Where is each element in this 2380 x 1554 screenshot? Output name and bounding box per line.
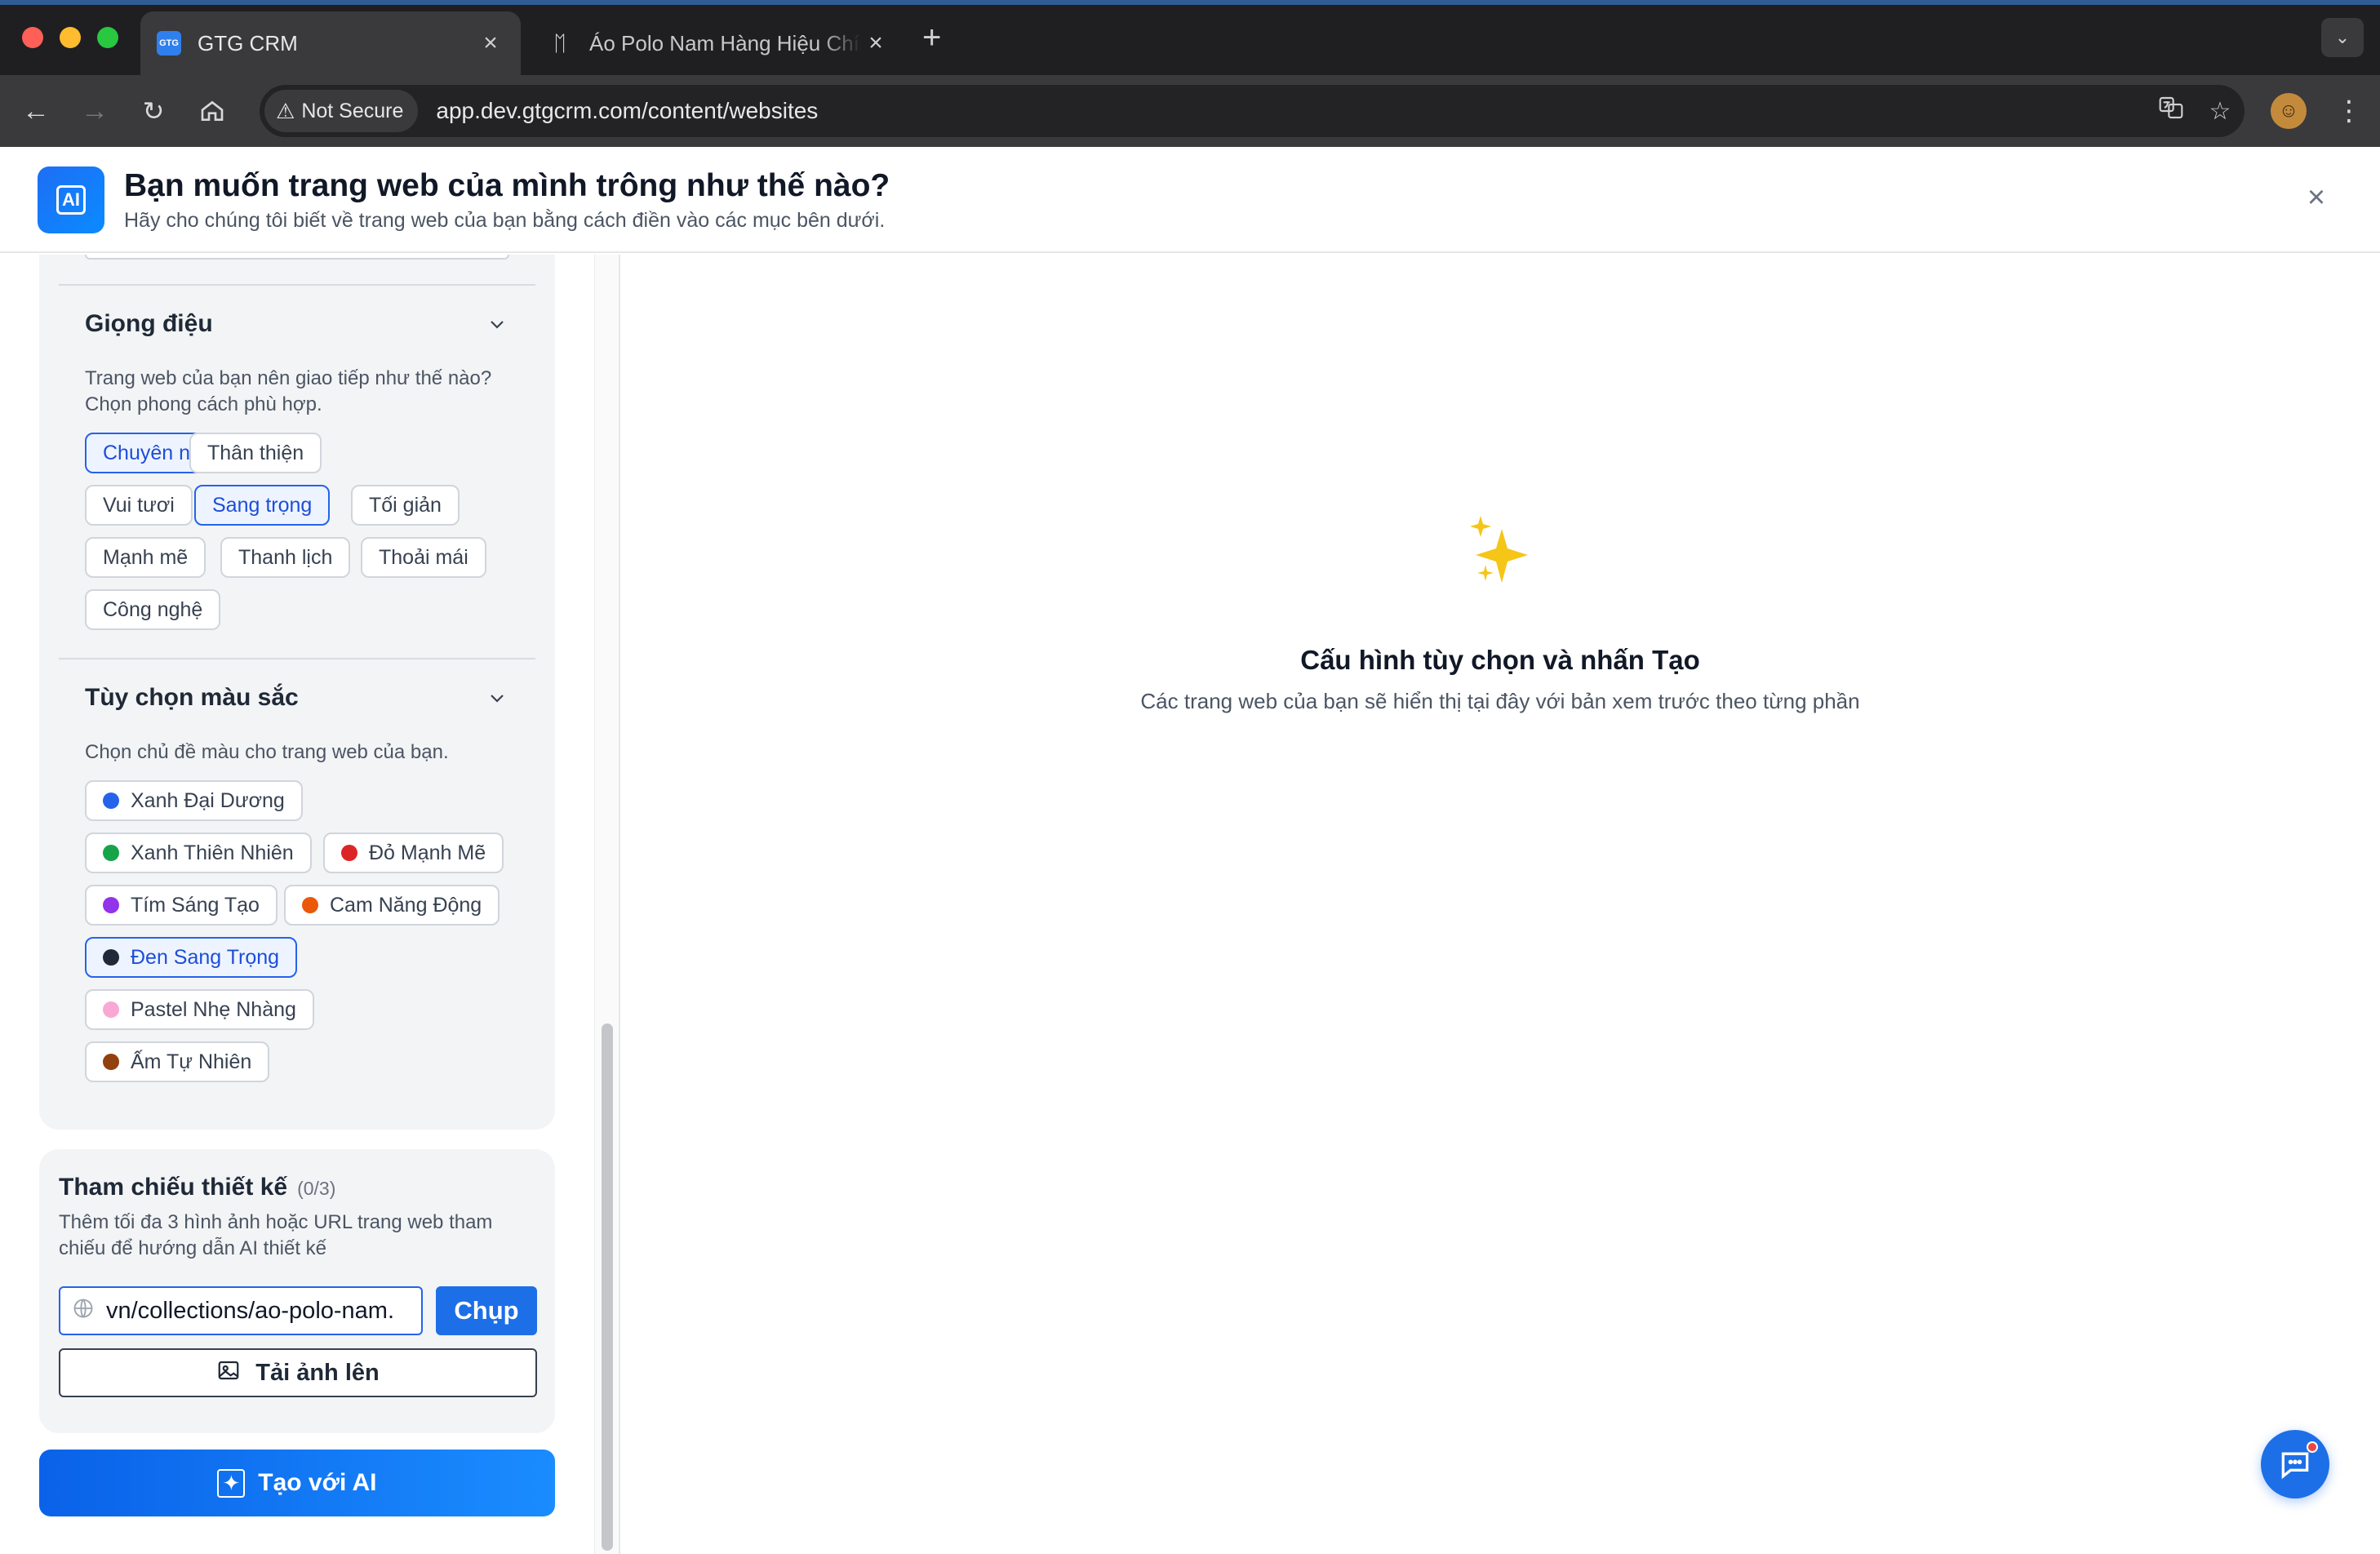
preview-area: Cấu hình tùy chọn và nhấn Tạo Các trang … xyxy=(620,255,2380,1554)
translate-icon[interactable] xyxy=(2147,95,2196,127)
tone-chip[interactable]: Thoải mái xyxy=(361,537,486,578)
brand-logo-icon: ᛖ xyxy=(553,30,566,56)
chevron-down-icon[interactable] xyxy=(485,312,509,336)
browser-tab-bar: GTG GTG CRM × ᛖ Áo Polo Nam Hàng Hiệu Ch… xyxy=(0,0,2380,75)
color-dot-icon xyxy=(103,949,119,966)
page-header: AI Bạn muốn trang web của mình trông như… xyxy=(0,147,2380,253)
tone-chip[interactable]: Công nghệ xyxy=(85,589,221,630)
security-indicator[interactable]: ⚠ Not Secure xyxy=(264,90,419,132)
window-minimize-button[interactable] xyxy=(60,27,81,48)
tone-chip[interactable]: Thân thiện xyxy=(189,433,322,473)
color-description: Chọn chủ đề màu cho trang web của bạn. xyxy=(85,741,449,763)
tone-description: Trang web của bạn nên giao tiếp như thế … xyxy=(85,367,492,415)
url-text[interactable]: app.dev.gtgcrm.com/content/websites xyxy=(436,98,2147,124)
tab-title: Áo Polo Nam Hàng Hiệu Chính xyxy=(589,30,862,56)
color-chip[interactable]: Tím Sáng Tạo xyxy=(85,885,278,926)
page-subtitle: Hãy cho chúng tôi biết về trang web của … xyxy=(124,209,886,232)
empty-state-subtitle: Các trang web của bạn sẽ hiển thị tại đâ… xyxy=(1140,689,1860,713)
color-dot-icon xyxy=(103,1054,119,1070)
divider xyxy=(59,284,535,286)
style-options-card: Giọng điệu Trang web của bạn nên giao ti… xyxy=(39,255,555,1130)
reference-title: Tham chiếu thiết kế (0/3) xyxy=(59,1174,336,1201)
upload-image-button[interactable]: Tải ảnh lên xyxy=(59,1348,537,1397)
color-dot-icon xyxy=(103,897,119,913)
chevron-down-icon[interactable] xyxy=(485,686,509,710)
chat-support-button[interactable] xyxy=(2261,1430,2329,1498)
window-close-button[interactable] xyxy=(22,27,43,48)
ai-icon: ✦ xyxy=(217,1468,246,1498)
scrollbar-thumb[interactable] xyxy=(602,1023,613,1551)
color-dot-icon xyxy=(302,897,318,913)
left-panel-scrollbar[interactable] xyxy=(594,255,619,1554)
tone-chip[interactable]: Vui tươi xyxy=(85,485,193,526)
reference-count: (0/3) xyxy=(297,1178,336,1199)
tab-title: GTG CRM xyxy=(198,30,298,56)
browser-toolbar: ← → ↻ ⚠ Not Secure app.dev.gtgcrm.com/co… xyxy=(0,75,2380,147)
tone-chip[interactable]: Tối giản xyxy=(351,485,460,526)
tone-chip[interactable]: Mạnh mẽ xyxy=(85,537,206,578)
color-chip[interactable]: Xanh Đại Dương xyxy=(85,780,303,821)
home-icon[interactable] xyxy=(193,91,232,131)
tab-gtg-crm[interactable]: GTG GTG CRM × xyxy=(140,11,521,75)
close-tab-icon[interactable]: × xyxy=(862,29,890,57)
tab-ao-polo[interactable]: ᛖ Áo Polo Nam Hàng Hiệu Chính × xyxy=(531,11,906,75)
window-zoom-button[interactable] xyxy=(97,27,118,48)
tab-search-chevron-icon[interactable]: ⌄ xyxy=(2321,18,2364,57)
divider xyxy=(59,658,535,659)
previous-section-input xyxy=(85,255,509,260)
color-dot-icon xyxy=(103,845,119,861)
color-chip[interactable]: Cam Năng Động xyxy=(284,885,500,926)
more-menu-icon[interactable]: ⋮ xyxy=(2333,91,2365,131)
gtg-favicon-icon: GTG xyxy=(157,31,181,56)
close-tab-icon[interactable]: × xyxy=(477,29,504,57)
page-title: Bạn muốn trang web của mình trông như th… xyxy=(124,168,890,203)
notification-dot xyxy=(2307,1441,2318,1453)
color-dot-icon xyxy=(341,845,357,861)
color-chip[interactable]: Ấm Tự Nhiên xyxy=(85,1041,270,1082)
reference-url-input[interactable] xyxy=(106,1297,416,1325)
warning-icon: ⚠ xyxy=(276,98,295,123)
design-reference-card: Tham chiếu thiết kế (0/3) Thêm tối đa 3 h… xyxy=(39,1149,555,1433)
reload-icon[interactable]: ↻ xyxy=(134,91,173,131)
reference-url-field[interactable] xyxy=(59,1286,423,1335)
security-label: Not Secure xyxy=(301,99,404,122)
address-bar[interactable]: ⚠ Not Secure app.dev.gtgcrm.com/content/… xyxy=(260,85,2245,137)
tone-section-title: Giọng điệu xyxy=(85,310,213,337)
chat-bubble-icon xyxy=(2281,1452,2309,1480)
sparkles-icon xyxy=(1470,516,1528,583)
bookmark-star-icon[interactable]: ☆ xyxy=(2196,97,2245,126)
back-arrow-icon[interactable]: ← xyxy=(16,91,56,131)
profile-avatar[interactable]: ☺ xyxy=(2271,93,2307,129)
color-chip[interactable]: Xanh Thiên Nhiên xyxy=(85,832,312,873)
color-chip[interactable]: Pastel Nhẹ Nhàng xyxy=(85,989,314,1030)
color-dot-icon xyxy=(103,1001,119,1018)
ai-sparkle-icon: AI xyxy=(38,166,104,233)
create-with-ai-button[interactable]: ✦ Tạo với AI xyxy=(39,1450,555,1516)
color-section-title: Tùy chọn màu sắc xyxy=(85,684,299,711)
color-chip[interactable]: Đen Sang Trọng xyxy=(85,937,298,978)
color-chip[interactable]: Đỏ Mạnh Mẽ xyxy=(323,832,504,873)
tone-chip[interactable]: Sang trọng xyxy=(194,485,331,526)
image-icon xyxy=(216,1358,241,1388)
capture-button[interactable]: Chụp xyxy=(436,1286,537,1335)
empty-state-title: Cấu hình tùy chọn và nhấn Tạo xyxy=(1300,645,1700,675)
new-tab-icon[interactable]: + xyxy=(922,20,941,56)
forward-arrow-icon[interactable]: → xyxy=(75,91,114,131)
close-icon[interactable]: × xyxy=(2300,180,2333,215)
color-dot-icon xyxy=(103,793,119,809)
reference-description: Thêm tối đa 3 hình ảnh hoặc URL trang we… xyxy=(59,1211,493,1259)
tone-chip[interactable]: Thanh lịch xyxy=(220,537,351,578)
globe-icon xyxy=(60,1297,106,1325)
options-panel: Giọng điệu Trang web của bạn nên giao ti… xyxy=(0,255,620,1554)
